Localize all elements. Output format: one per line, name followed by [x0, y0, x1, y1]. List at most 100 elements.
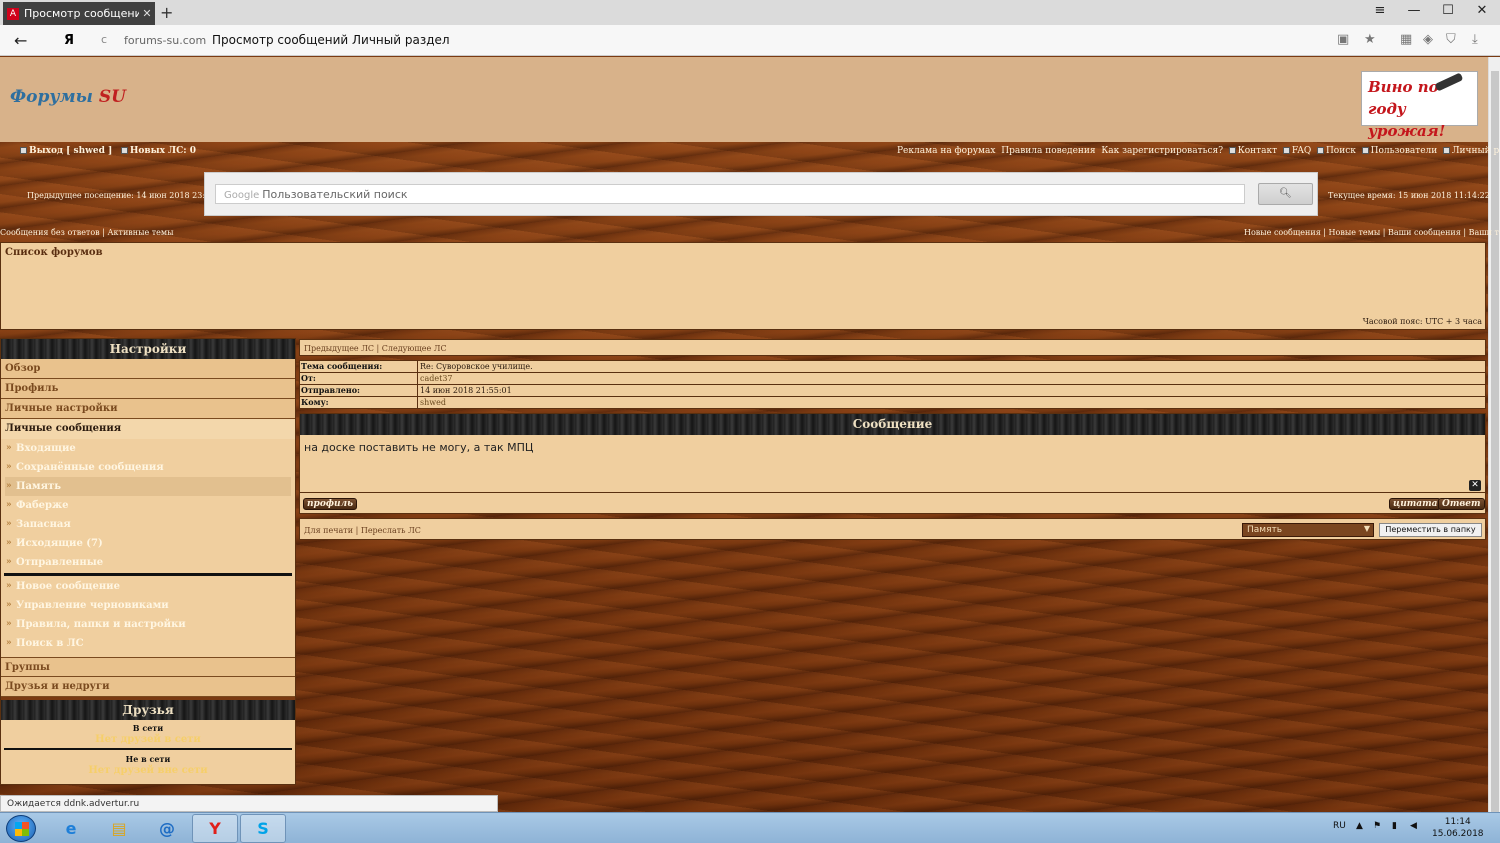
pm-search[interactable]: Поиск в ЛС: [5, 634, 291, 653]
link-rules[interactable]: Правила поведения: [1001, 146, 1095, 156]
lock-icon[interactable]: ▣: [1337, 32, 1349, 47]
windows-logo-icon: [15, 822, 29, 836]
ucp-sidebar: Настройки Обзор Профиль Личные настройки…: [0, 338, 296, 785]
sidebar-item-profile[interactable]: Профиль: [1, 379, 295, 399]
extension-icon[interactable]: ▦: [1400, 32, 1412, 47]
sent-label: Отправлено:: [300, 385, 418, 396]
sidebar-item-pm[interactable]: Личные сообщения: [1, 419, 295, 439]
link-contact[interactable]: Контакт: [1238, 146, 1277, 156]
link-users[interactable]: Пользователи: [1371, 146, 1438, 156]
sent-value: 14 июн 2018 21:55:01: [420, 386, 512, 395]
from-user-link[interactable]: cadet37: [418, 373, 453, 384]
ad-line-2: году урожая!: [1368, 100, 1446, 140]
folder-spare[interactable]: Запасная: [5, 515, 291, 534]
folder-faberge[interactable]: Фаберже: [5, 496, 291, 515]
language-indicator[interactable]: RU: [1333, 821, 1346, 831]
site-logo[interactable]: Форумы SU: [10, 87, 126, 107]
skype-icon[interactable]: S: [240, 814, 286, 843]
clock[interactable]: 11:14 15.06.2018: [1432, 816, 1484, 840]
search-input[interactable]: Google Пользовательский поиск: [215, 184, 1245, 204]
to-user-link[interactable]: shwed: [418, 397, 446, 409]
minimize-icon[interactable]: —: [1404, 3, 1424, 18]
explorer-icon[interactable]: ▤: [96, 814, 142, 843]
ad-banner[interactable]: Вино по году урожая!: [1361, 71, 1478, 140]
page-scrollbar[interactable]: [1488, 57, 1500, 843]
link-search[interactable]: Поиск: [1326, 146, 1356, 156]
forum-list-panel: Список форумов Часовой пояс: UTC + 3 час…: [0, 242, 1486, 330]
folder-inbox[interactable]: Входящие: [5, 439, 291, 458]
start-button[interactable]: [6, 815, 36, 842]
reload-icon[interactable]: c: [101, 33, 107, 46]
folder-saved[interactable]: Сохранённые сообщения: [5, 458, 291, 477]
sidebar-item-friends-foes[interactable]: Друзья и недруги: [1, 677, 295, 697]
link-ads[interactable]: Реклама на форумах: [897, 146, 996, 156]
folder-memory[interactable]: Память: [5, 477, 291, 496]
report-icon[interactable]: ✕: [1469, 480, 1481, 491]
mail-icon[interactable]: @: [144, 814, 190, 843]
bookmark-star-icon[interactable]: ★: [1364, 32, 1376, 47]
to-label: Кому:: [300, 397, 418, 409]
sidebar-item-overview[interactable]: Обзор: [1, 359, 295, 379]
yandex-logo-icon[interactable]: Я: [64, 33, 74, 48]
subnav-right[interactable]: Новые сообщения | Новые темы | Ваши сооб…: [1244, 228, 1500, 237]
windows-taskbar: e ▤ @ Y S RU ▲ ⚑ ▮ ◀ 11:14 15.06.2018: [0, 812, 1500, 843]
friends-divider: [4, 748, 292, 750]
address-bar: ← Я c forums-su.com Просмотр сообщений Л…: [0, 25, 1500, 56]
pm-rules[interactable]: Правила, папки и настройки: [5, 615, 291, 634]
new-pm-link[interactable]: Новых ЛС: 0: [130, 146, 196, 156]
folder-outbox[interactable]: Исходящие (7): [5, 534, 291, 553]
volume-icon[interactable]: ◀: [1410, 821, 1417, 831]
ucp-icon: [1443, 147, 1451, 154]
sync-icon[interactable]: ◈: [1423, 32, 1433, 47]
info-from-row: От: cadet37: [300, 373, 1485, 385]
new-tab-button[interactable]: +: [160, 3, 173, 22]
pm-drafts[interactable]: Управление черновиками: [5, 596, 291, 615]
settings-header: Настройки: [1, 339, 295, 359]
folder-select[interactable]: Память ▼: [1242, 523, 1374, 537]
ie-icon[interactable]: e: [48, 814, 94, 843]
network-icon[interactable]: ▮: [1392, 821, 1397, 831]
subject-label: Тема сообщения:: [300, 361, 418, 372]
from-label: От:: [300, 373, 418, 384]
subnav-left[interactable]: Сообщения без ответов | Активные темы: [0, 228, 174, 237]
message-footer: Для печати | Переслать ЛС Память ▼ Перем…: [299, 518, 1486, 540]
search-icon: 🔍︎: [1279, 188, 1292, 199]
forum-list-link[interactable]: Список форумов: [5, 247, 103, 258]
pm-icon: [120, 147, 128, 154]
flag-icon[interactable]: ⚑: [1373, 821, 1381, 831]
current-time: Текущее время: 15 июн 2018 11:14:22: [1328, 191, 1490, 200]
download-icon[interactable]: ⤓: [1472, 32, 1478, 47]
friends-header: Друзья: [1, 700, 295, 720]
tray-arrow-icon[interactable]: ▲: [1356, 821, 1363, 831]
maximize-icon[interactable]: ☐: [1438, 3, 1458, 18]
scrollbar-thumb[interactable]: [1491, 71, 1499, 843]
back-arrow-icon[interactable]: ←: [14, 31, 27, 50]
logout-link[interactable]: Выход [ shwed ]: [29, 146, 112, 156]
close-window-icon[interactable]: ✕: [1472, 3, 1492, 18]
folder-sent[interactable]: Отправленные: [5, 553, 291, 572]
url-domain[interactable]: forums-su.com: [124, 34, 206, 47]
close-tab-icon[interactable]: ✕: [139, 7, 155, 20]
sidebar-divider: [4, 573, 292, 576]
search-button[interactable]: 🔍︎: [1258, 183, 1313, 205]
protect-shield-icon[interactable]: ⛉: [1446, 32, 1456, 47]
menu-icon[interactable]: ≡: [1370, 3, 1390, 18]
quote-button[interactable]: цитата: [1389, 498, 1442, 510]
profile-button[interactable]: профиль: [303, 498, 358, 510]
print-forward-links[interactable]: Для печати | Переслать ЛС: [304, 526, 421, 535]
pm-new-message[interactable]: Новое сообщение: [5, 577, 291, 596]
custom-search-box: Google Пользовательский поиск 🔍︎: [204, 172, 1318, 216]
move-to-folder-button[interactable]: Переместить в папку: [1379, 523, 1482, 537]
reply-button[interactable]: Ответ: [1438, 498, 1485, 510]
url-page-title[interactable]: Просмотр сообщений Личный раздел: [212, 33, 450, 47]
link-faq[interactable]: FAQ: [1292, 146, 1311, 156]
yandex-icon[interactable]: Y: [192, 814, 238, 843]
logo-su: SU: [98, 87, 127, 107]
link-register[interactable]: Как зарегистрироваться?: [1101, 146, 1223, 156]
browser-tab[interactable]: A Просмотр сообщений Л ✕: [3, 2, 155, 25]
message-nav[interactable]: Предыдущее ЛС | Следующее ЛС: [299, 339, 1486, 356]
link-ucp[interactable]: Личный раздел: [1452, 146, 1500, 156]
sidebar-item-groups[interactable]: Группы: [1, 657, 295, 677]
folder-select-value: Память: [1247, 525, 1283, 535]
sidebar-item-preferences[interactable]: Личные настройки: [1, 399, 295, 419]
